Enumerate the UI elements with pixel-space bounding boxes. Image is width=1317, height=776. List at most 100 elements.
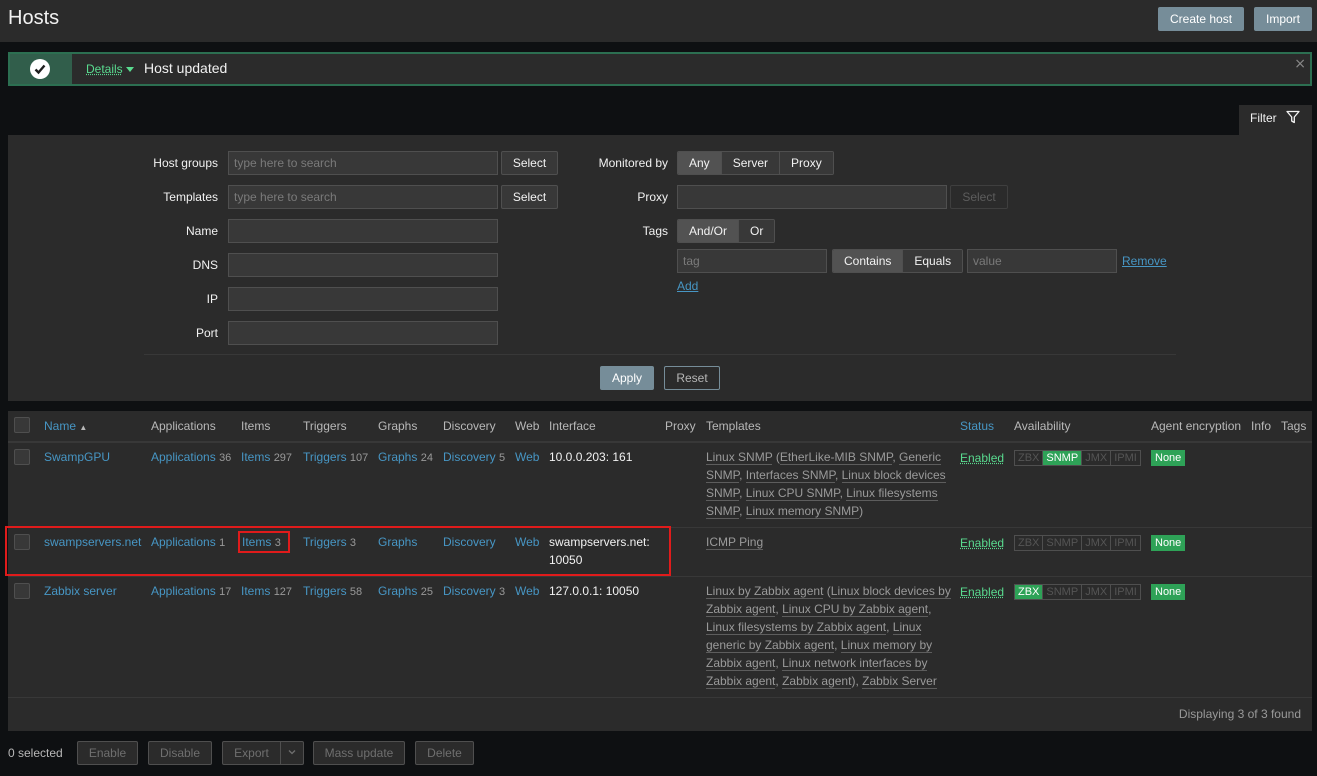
template-link[interactable]: Linux SNMP [706, 450, 773, 465]
column-templates: Templates [706, 419, 761, 433]
tag-input[interactable] [677, 249, 827, 273]
status-toggle[interactable]: Enabled [960, 534, 1004, 552]
import-button[interactable]: Import [1254, 7, 1313, 31]
host-name-link[interactable]: Zabbix server [44, 582, 117, 600]
template-link[interactable]: Linux CPU SNMP [745, 486, 840, 501]
dns-label: DNS [192, 258, 218, 272]
monitored-by-server[interactable]: Server [721, 152, 781, 174]
triggers-link[interactable]: Triggers [303, 584, 347, 598]
row-checkbox[interactable] [14, 583, 30, 599]
mass-update-button[interactable]: Mass update [313, 741, 405, 765]
graphs-link[interactable]: Graphs [378, 450, 417, 464]
column-items: Items [241, 419, 271, 433]
enable-button[interactable]: Enable [77, 741, 138, 765]
items-count: 297 [273, 452, 293, 464]
ip-input[interactable] [228, 287, 498, 311]
status-toggle[interactable]: Enabled [960, 583, 1004, 601]
create-host-button[interactable]: Create host [1158, 7, 1245, 31]
graphs-count: 24 [420, 452, 433, 464]
column-discovery: Discovery [443, 419, 496, 433]
availability-jmx: JMX [1082, 451, 1112, 465]
discovery-cell: Discovery 3 [443, 582, 505, 601]
templates-input[interactable] [228, 185, 498, 209]
disable-button[interactable]: Disable [148, 741, 212, 765]
discovery-link[interactable]: Discovery [443, 450, 496, 464]
close-icon[interactable]: × [1294, 56, 1306, 72]
web-link[interactable]: Web [515, 582, 539, 600]
export-button[interactable]: Export [222, 741, 281, 765]
template-link[interactable]: Interfaces SNMP [745, 468, 835, 483]
port-input[interactable] [228, 321, 498, 345]
tag-op-equals[interactable]: Equals [903, 250, 963, 272]
templates-cell: Linux SNMP (EtherLike-MIB SNMP, Generic … [706, 450, 946, 519]
template-link[interactable]: ICMP Ping [706, 535, 764, 550]
chevron-down-icon [287, 746, 297, 760]
results-count: Displaying 3 of 3 found [1178, 707, 1301, 721]
add-tag-link[interactable]: Add [677, 277, 698, 295]
column-info: Info [1251, 419, 1272, 433]
highlight-row-box [5, 526, 671, 576]
availability-jmx: JMX [1082, 585, 1112, 599]
name-input[interactable] [228, 219, 498, 243]
host-groups-input[interactable] [228, 151, 498, 175]
availability-snmp: SNMP [1043, 536, 1083, 550]
tag-operator-toggle: Contains Equals [832, 249, 964, 273]
caret-down-icon [125, 67, 134, 72]
funnel-icon [1286, 110, 1300, 127]
reset-button[interactable]: Reset [664, 366, 720, 390]
encryption-badge: None [1151, 450, 1186, 466]
templates-label: Templates [163, 190, 218, 204]
items-link[interactable]: Items [241, 450, 270, 464]
template-link[interactable]: Linux memory SNMP [745, 504, 860, 519]
applications-link[interactable]: Applications [151, 450, 216, 464]
filter-tab[interactable]: Filter [1239, 105, 1312, 136]
monitored-by-proxy[interactable]: Proxy [780, 152, 833, 174]
export-dropdown-button[interactable] [280, 741, 304, 765]
graphs-link[interactable]: Graphs [378, 584, 417, 598]
triggers-cell: Triggers 107 [303, 448, 368, 467]
sort-asc-icon: ▲ [79, 423, 88, 432]
tags-mode-and-or[interactable]: And/Or [678, 220, 740, 242]
dns-input[interactable] [228, 253, 498, 277]
encryption-badge: None [1151, 584, 1186, 600]
row-divider [8, 576, 1312, 577]
host-groups-select-button[interactable]: Select [501, 151, 558, 175]
availability-snmp: SNMP [1043, 451, 1083, 465]
availability-indicators: ZBX SNMP JMX IPMI [1014, 584, 1141, 600]
tags-mode-or[interactable]: Or [739, 220, 775, 242]
delete-button[interactable]: Delete [415, 741, 474, 765]
discovery-count: 3 [499, 586, 506, 598]
column-name[interactable]: Name ▲ [44, 419, 87, 433]
template-link[interactable]: Linux by Zabbix agent [706, 584, 824, 599]
select-all-checkbox[interactable] [14, 417, 30, 433]
template-link[interactable]: EtherLike-MIB SNMP [779, 450, 893, 465]
web-link[interactable]: Web [515, 448, 539, 466]
discovery-link[interactable]: Discovery [443, 584, 496, 598]
template-link[interactable]: Zabbix Server [862, 674, 937, 689]
template-link[interactable]: Linux filesystems by Zabbix agent [706, 620, 887, 635]
discovery-count: 5 [499, 452, 506, 464]
status-toggle[interactable]: Enabled [960, 449, 1004, 467]
template-link[interactable]: Linux CPU by Zabbix agent [782, 602, 929, 617]
tag-op-contains[interactable]: Contains [833, 250, 904, 272]
proxy-select-button[interactable]: Select [950, 185, 1008, 209]
triggers-count: 107 [349, 452, 369, 464]
proxy-input[interactable] [677, 185, 947, 209]
applications-link[interactable]: Applications [151, 584, 216, 598]
monitored-by-any[interactable]: Any [678, 152, 722, 174]
details-toggle[interactable]: Details [86, 62, 134, 76]
column-status[interactable]: Status [960, 419, 994, 433]
applications-count: 17 [219, 586, 232, 598]
availability-zbx: ZBX [1015, 585, 1044, 599]
filter-tab-label: Filter [1250, 111, 1277, 125]
host-name-link[interactable]: SwampGPU [44, 448, 110, 466]
templates-select-button[interactable]: Select [501, 185, 558, 209]
monitored-by-label: Monitored by [598, 156, 668, 170]
row-checkbox[interactable] [14, 449, 30, 465]
remove-tag-link[interactable]: Remove [1122, 252, 1167, 270]
tag-value-input[interactable] [967, 249, 1117, 273]
items-link[interactable]: Items [241, 584, 270, 598]
apply-button[interactable]: Apply [600, 366, 654, 390]
template-link[interactable]: Zabbix agent [782, 674, 852, 689]
triggers-link[interactable]: Triggers [303, 450, 347, 464]
